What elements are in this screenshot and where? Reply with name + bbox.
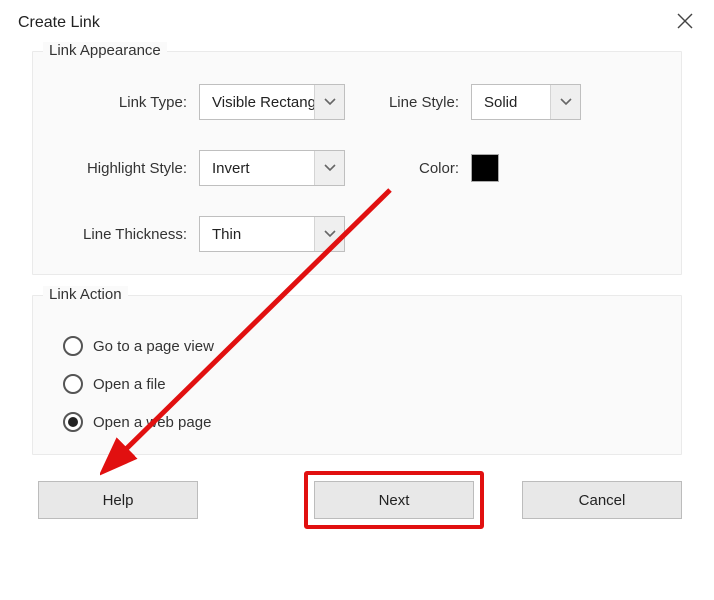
line-thickness-label: Line Thickness: [57, 226, 187, 243]
line-style-row: Line Style: Solid [369, 84, 657, 120]
next-button[interactable]: Next [314, 481, 474, 519]
highlight-style-value: Invert [212, 160, 250, 177]
line-thickness-dropdown[interactable]: Thin [199, 216, 345, 252]
help-button[interactable]: Help [38, 481, 198, 519]
line-style-value: Solid [484, 94, 517, 111]
chevron-down-icon [314, 217, 344, 251]
close-icon [676, 12, 694, 30]
link-appearance-section: Link Appearance Link Type: Visible Recta… [32, 51, 682, 275]
line-thickness-value: Thin [212, 226, 241, 243]
radio-icon [63, 374, 83, 394]
button-row: Help Next Cancel [32, 475, 682, 519]
link-appearance-legend: Link Appearance [43, 42, 167, 59]
link-action-radios: Go to a page view Open a file Open a web… [57, 336, 657, 432]
line-style-dropdown[interactable]: Solid [471, 84, 581, 120]
highlight-style-dropdown[interactable]: Invert [199, 150, 345, 186]
radio-open-web[interactable]: Open a web page [63, 412, 657, 432]
chevron-down-icon [314, 151, 344, 185]
dialog-body: Link Appearance Link Type: Visible Recta… [0, 43, 714, 519]
line-style-label: Line Style: [369, 94, 459, 111]
radio-icon [63, 336, 83, 356]
cancel-button[interactable]: Cancel [522, 481, 682, 519]
link-action-section: Link Action Go to a page view Open a fil… [32, 295, 682, 455]
link-type-value: Visible Rectangle [212, 94, 328, 111]
color-row: Color: [369, 150, 657, 186]
radio-icon [63, 412, 83, 432]
title-bar: Create Link [0, 0, 714, 43]
radio-page-view[interactable]: Go to a page view [63, 336, 657, 356]
dialog-title: Create Link [18, 14, 100, 32]
radio-label: Open a file [93, 376, 166, 393]
link-type-row: Link Type: Visible Rectangle [57, 84, 345, 120]
radio-open-file[interactable]: Open a file [63, 374, 657, 394]
link-action-legend: Link Action [43, 286, 128, 303]
close-button[interactable] [676, 12, 694, 33]
highlight-style-row: Highlight Style: Invert [57, 150, 345, 186]
line-thickness-row: Line Thickness: Thin [57, 216, 345, 252]
highlight-style-label: Highlight Style: [57, 160, 187, 177]
radio-label: Open a web page [93, 414, 211, 431]
color-label: Color: [369, 160, 459, 177]
chevron-down-icon [314, 85, 344, 119]
link-type-label: Link Type: [57, 94, 187, 111]
color-picker[interactable] [471, 154, 499, 182]
link-type-dropdown[interactable]: Visible Rectangle [199, 84, 345, 120]
chevron-down-icon [550, 85, 580, 119]
radio-label: Go to a page view [93, 338, 214, 355]
